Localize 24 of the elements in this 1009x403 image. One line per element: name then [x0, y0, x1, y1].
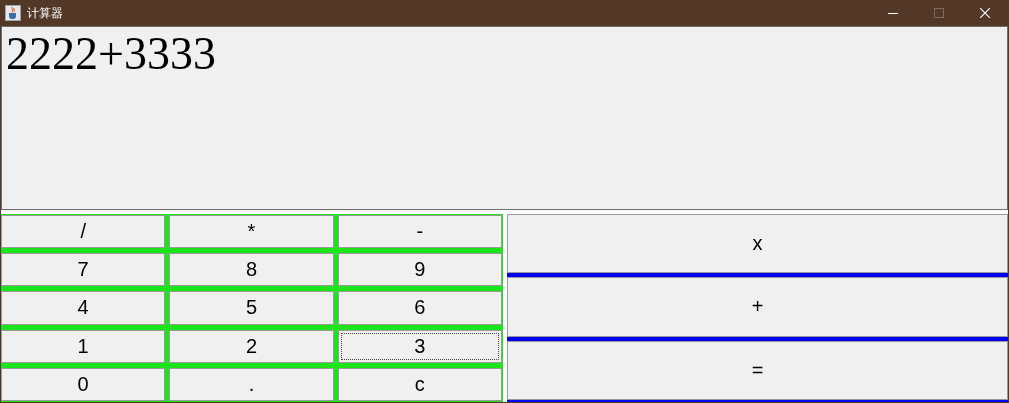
operator-button[interactable]: x [507, 214, 1008, 274]
maximize-icon [934, 8, 944, 18]
operator-button[interactable]: = [507, 340, 1008, 400]
key-button[interactable]: 4 [1, 291, 166, 325]
key-button[interactable]: - [337, 215, 502, 249]
key-button[interactable]: 8 [169, 253, 334, 287]
key-button[interactable]: 5 [169, 291, 334, 325]
key-button[interactable]: * [169, 215, 334, 249]
key-button[interactable]: 2 [169, 329, 334, 363]
key-button[interactable]: 0 [1, 367, 166, 401]
close-icon [980, 8, 990, 18]
key-button[interactable]: 3 [337, 329, 502, 363]
key-button[interactable]: c [337, 367, 502, 401]
key-button[interactable]: 7 [1, 253, 166, 287]
coffee-cup-icon [5, 5, 21, 21]
expression-text: 2222+3333 [6, 28, 216, 79]
window-title: 计算器 [27, 4, 63, 22]
key-button[interactable]: 9 [337, 253, 502, 287]
key-button[interactable]: / [1, 215, 166, 249]
operator-button[interactable]: + [507, 277, 1008, 337]
key-button[interactable]: 1 [1, 329, 166, 363]
key-button[interactable]: 6 [337, 291, 502, 325]
key-button[interactable]: . [169, 367, 334, 401]
display-field[interactable]: 2222+3333 [1, 26, 1008, 210]
